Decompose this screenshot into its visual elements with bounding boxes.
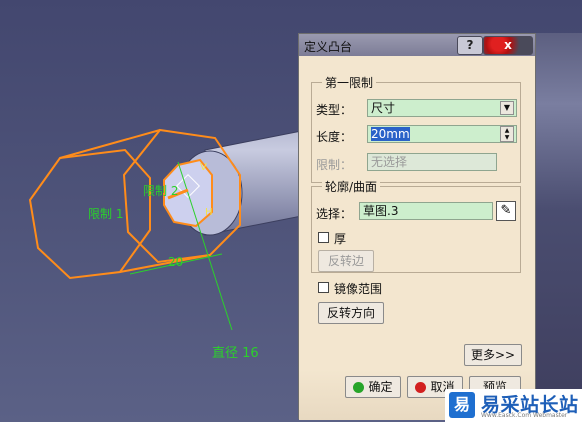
type-select[interactable]: 尺寸 ▼ [367, 99, 517, 117]
ok-label: 确定 [368, 380, 393, 394]
selection-field[interactable]: 草图.3 [359, 202, 493, 220]
reverse-side-button[interactable]: 反转边 [318, 250, 374, 272]
dialog-titlebar[interactable]: 定义凸台 ? x [299, 34, 535, 56]
mirror-label: 镜像范围 [334, 282, 383, 296]
ok-icon [353, 382, 365, 393]
limit-field: 无选择 [367, 153, 497, 171]
limit2-label: 限制 2 [143, 184, 179, 198]
first-limit-group: 第一限制 类型： 尺寸 ▼ 长度： 20mm ▲ ▼ 限制： 无选择 [311, 74, 521, 183]
thick-checkbox[interactable] [318, 232, 329, 243]
more-button[interactable]: 更多>> [464, 344, 522, 366]
reverse-direction-button[interactable]: 反转方向 [318, 302, 384, 324]
preview-edge-top [59, 129, 161, 159]
site-watermark: 易 易采站长站 Www.Easck.Com Webmaster [445, 389, 582, 422]
limit-value: 无选择 [371, 155, 408, 169]
dimension-value: 20 [168, 255, 184, 269]
length-label: 长度： [316, 130, 353, 144]
close-button[interactable]: x [483, 36, 533, 55]
mirror-checkbox[interactable] [318, 282, 329, 293]
diameter-label: 直径 16 [212, 346, 259, 361]
type-label: 类型： [316, 103, 353, 117]
define-pad-dialog: 定义凸台 ? x 第一限制 类型： 尺寸 ▼ 长度： 20mm ▲ ▼ 限制： 无… [298, 33, 536, 420]
length-spinner[interactable]: ▲ ▼ [500, 126, 514, 142]
sketch-edit-icon[interactable]: ✎ [496, 201, 516, 221]
axis-h-label: H [205, 207, 213, 218]
help-button[interactable]: ? [457, 36, 483, 55]
length-input[interactable]: 20mm ▲ ▼ [367, 125, 517, 143]
selection-value: 草图.3 [363, 204, 399, 218]
thick-label: 厚 [334, 232, 347, 246]
watermark-subtext: Www.Easck.Com Webmaster [481, 412, 568, 419]
axis-v-label: V [200, 162, 207, 173]
ok-button[interactable]: 确定 [345, 376, 401, 398]
chevron-down-icon[interactable]: ▼ [500, 101, 514, 115]
limit-label: 限制： [316, 158, 353, 172]
limit1-label: 限制 1 [88, 207, 124, 221]
preview-edge-bottom [119, 254, 211, 273]
first-limit-title: 第一限制 [322, 74, 377, 91]
length-value: 20mm [371, 127, 410, 141]
background-strip [536, 33, 582, 389]
dialog-title: 定义凸台 [304, 40, 353, 54]
type-value: 尺寸 [371, 101, 396, 115]
profile-group: 轮廓/曲面 选择： 草图.3 ✎ 厚 反转边 [311, 178, 521, 273]
selection-label: 选择： [316, 207, 353, 221]
close-icon: x [504, 38, 512, 52]
profile-title: 轮廓/曲面 [322, 178, 381, 195]
watermark-logo: 易 [449, 392, 475, 418]
cancel-icon [415, 382, 427, 393]
